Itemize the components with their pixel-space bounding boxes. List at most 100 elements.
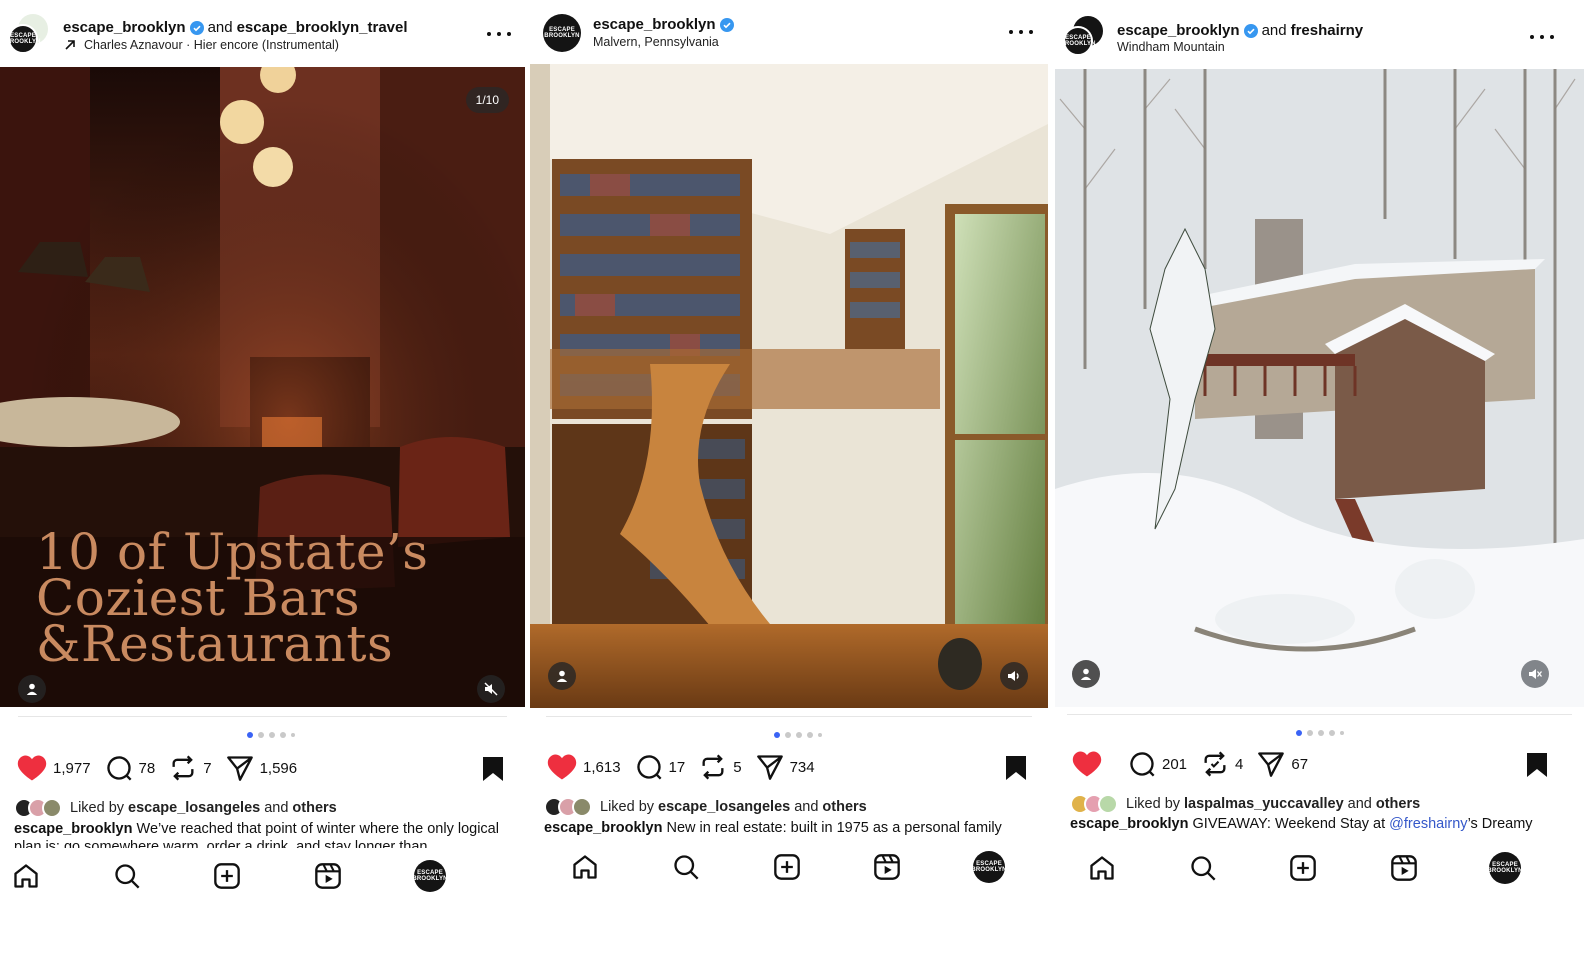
location-text: Malvern, Pennsylvania (593, 35, 719, 49)
caption-text: GIVEAWAY: Weekend Stay at (1192, 816, 1386, 832)
post-caption[interactable]: escape_brooklyn New in real estate: buil… (544, 819, 1039, 837)
account-avatar[interactable]: ESCAPE BROOKLYN (5, 24, 41, 54)
caption-mention-link[interactable]: @freshairny (1389, 816, 1467, 832)
caption-text: New in real estate: built in 1975 as a p… (666, 820, 1002, 836)
reels-icon[interactable] (1390, 854, 1418, 882)
liked-by-others[interactable]: others (822, 799, 866, 815)
action-bar: 1,613 17 5 734 (547, 753, 829, 781)
verified-badge-icon (719, 17, 734, 32)
more-options-icon[interactable] (1530, 33, 1554, 41)
muted-speaker-icon[interactable] (477, 675, 505, 703)
caption-text-after: ’s Dreamy (1467, 816, 1533, 832)
repost-count: 5 (733, 758, 742, 776)
search-icon[interactable] (113, 862, 141, 890)
reels-icon[interactable] (873, 853, 901, 881)
avatar-logo-text: ESCAPE BROOKLYN (544, 27, 580, 39)
post-caption[interactable]: escape_brooklyn GIVEAWAY: Weekend Stay a… (1070, 815, 1575, 833)
comment-icon (636, 755, 662, 780)
carousel-dots (247, 732, 295, 738)
avatar-logo-text: ESCAPE BROOKLYN (5, 33, 41, 45)
caption-username[interactable]: escape_brooklyn (1070, 816, 1188, 832)
liked-by-user[interactable]: laspalmas_yuccavalley (1184, 796, 1344, 812)
post-image[interactable] (1055, 69, 1584, 707)
search-icon[interactable] (1189, 854, 1217, 882)
collab-account-name[interactable]: escape_brooklyn_travel (237, 19, 408, 36)
account-avatar[interactable]: ESCAPE BROOKLYN (1060, 26, 1096, 56)
create-icon[interactable] (773, 853, 801, 881)
profile-avatar[interactable]: ESCAPE BROOKLYN (412, 860, 448, 892)
home-icon[interactable] (571, 853, 599, 881)
send-icon (226, 756, 253, 781)
profile-avatar[interactable]: ESCAPE BROOKLYN (971, 851, 1007, 883)
tagged-people-button[interactable] (1072, 660, 1100, 688)
person-icon (1080, 668, 1092, 680)
like-button[interactable]: 1,613 (547, 753, 621, 781)
carousel-counter: 1/10 (465, 87, 509, 113)
repost-count: 4 (1235, 755, 1244, 773)
like-button[interactable]: 1,977 (17, 754, 91, 782)
arrow-up-right-icon (65, 40, 75, 50)
account-name[interactable]: escape_brooklyn (593, 16, 716, 33)
audio-line[interactable]: Charles Aznavour · Hier encore (Instrume… (64, 38, 339, 52)
bookmark-filled-icon[interactable] (482, 756, 504, 782)
liked-by-line[interactable]: Liked by escape_losangeles and others (14, 798, 341, 818)
profile-avatar[interactable]: ESCAPE BROOKLYN (1487, 852, 1523, 884)
liked-by-prefix: Liked by (70, 800, 125, 816)
comment-button[interactable]: 78 (105, 754, 155, 782)
audio-track: Charles Aznavour · Hier encore (Instrume… (84, 38, 339, 52)
account-name[interactable]: escape_brooklyn (63, 19, 186, 36)
bookmark-filled-icon[interactable] (1005, 755, 1027, 781)
account-line: escape_brooklyn and escape_brooklyn_trav… (63, 19, 408, 36)
liked-by-user[interactable]: escape_losangeles (128, 800, 260, 816)
bookmark-filled-icon[interactable] (1526, 752, 1548, 778)
account-line: escape_brooklyn and freshairny (1117, 22, 1363, 39)
like-button[interactable] (1072, 750, 1108, 778)
liked-by-user[interactable]: escape_losangeles (658, 799, 790, 815)
comment-button[interactable]: 17 (635, 753, 685, 781)
post-image[interactable]: 1/10 10 of Upstate’s Coziest Bars &Resta… (0, 67, 525, 707)
comment-icon (1130, 752, 1155, 777)
carousel-dots (1296, 730, 1344, 736)
reels-icon[interactable] (314, 862, 342, 890)
send-icon (1258, 752, 1285, 777)
home-icon[interactable] (1088, 854, 1116, 882)
liker-avatars (1070, 794, 1118, 814)
account-name[interactable]: escape_brooklyn (1117, 22, 1240, 39)
create-icon[interactable] (213, 862, 241, 890)
more-options-icon[interactable] (487, 30, 511, 38)
heart-filled-icon (547, 754, 577, 780)
speaker-icon[interactable] (1000, 662, 1028, 690)
share-button[interactable]: 1,596 (226, 754, 297, 782)
repost-icon (1204, 751, 1226, 777)
home-icon[interactable] (12, 862, 40, 890)
share-button[interactable]: 67 (1257, 750, 1308, 778)
account-avatar[interactable]: ESCAPE BROOKLYN (543, 14, 581, 52)
search-icon[interactable] (672, 853, 700, 881)
repost-button[interactable]: 5 (699, 753, 742, 781)
repost-button[interactable]: 4 (1201, 750, 1243, 778)
repost-button[interactable]: 7 (169, 754, 212, 782)
collab-joiner: and (207, 19, 233, 36)
share-button[interactable]: 734 (756, 753, 815, 781)
liked-by-others[interactable]: others (292, 800, 336, 816)
like-count: 1,977 (53, 759, 91, 777)
liked-by-line[interactable]: Liked by laspalmas_yuccavalley and other… (1070, 794, 1424, 814)
muted-speaker-icon[interactable] (1521, 660, 1549, 688)
tagged-people-button[interactable] (548, 662, 576, 690)
caption-username[interactable]: escape_brooklyn (544, 820, 662, 836)
location-line[interactable]: Malvern, Pennsylvania (593, 35, 719, 49)
comment-button[interactable]: 201 (1128, 750, 1187, 778)
caption-username[interactable]: escape_brooklyn (14, 821, 132, 837)
tagged-people-button[interactable] (18, 675, 46, 703)
create-icon[interactable] (1289, 854, 1317, 882)
location-line[interactable]: Windham Mountain (1117, 40, 1225, 54)
action-bar: 1,977 78 7 1,596 (17, 754, 311, 782)
verified-badge-icon (189, 20, 204, 35)
heart-filled-icon (1072, 751, 1102, 777)
liked-by-line[interactable]: Liked by escape_losangeles and others (544, 797, 871, 817)
more-options-icon[interactable] (1009, 28, 1033, 36)
post-image[interactable] (530, 64, 1048, 708)
liked-by-and: and (264, 800, 289, 816)
liked-by-others[interactable]: others (1376, 796, 1420, 812)
collab-account-name[interactable]: freshairny (1291, 22, 1364, 39)
